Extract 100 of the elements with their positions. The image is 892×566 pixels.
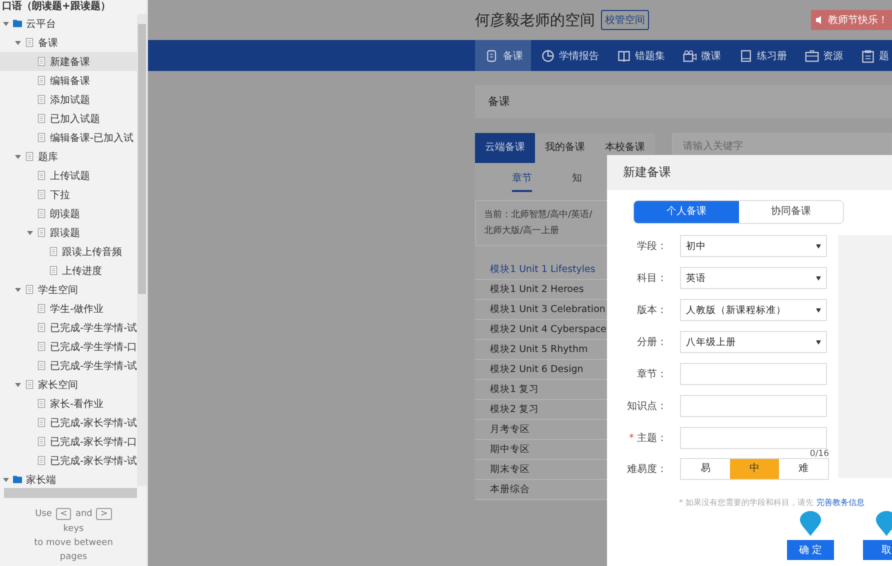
expand-triangle-icon [15,382,21,388]
tree-item[interactable]: 学生-做作业 [0,299,137,318]
caret-icon [816,308,821,312]
tree-item[interactable]: 已完成-学生学情-口 [0,337,137,356]
note-text: * 如果没有您需要的学段和科目，请先 [679,498,814,507]
nav-tab[interactable]: 练习册 [729,40,795,71]
tree-item[interactable]: 已完成-学生学情-试 [0,356,137,375]
info-link[interactable]: 完善教务信息 [816,498,865,507]
expand-triangle-icon [27,230,33,236]
pie-chart-icon [541,48,555,62]
tree-item[interactable]: 已完成-家长学情-试 [0,413,137,432]
dropdown[interactable]: 初中 [680,235,827,257]
segment-tab[interactable]: 协同备课 [738,201,843,223]
input-field[interactable] [680,363,827,385]
expand-triangle-icon [15,154,21,160]
difficulty-option[interactable]: 中 [730,459,779,479]
expand-triangle-icon [15,286,21,292]
dialog-button[interactable]: 确 定 [787,540,834,560]
dialog-title: 新建备课 [607,155,892,190]
tree-item[interactable]: 备课 [0,33,137,52]
page-icon [37,437,46,446]
tree-item[interactable]: 上传进度 [0,261,137,280]
nav-tab[interactable]: 备课 [475,40,531,71]
tree-item[interactable]: 题库 [0,147,137,166]
page-icon [37,190,46,199]
tab[interactable]: 章节 [512,171,532,192]
page-icon [37,342,46,351]
tree-item[interactable]: 已完成-家长学情-试 [0,451,137,470]
input-field[interactable] [680,427,827,449]
tree-item[interactable]: 已加入试题 [0,109,137,128]
dropdown[interactable]: 八年级上册 [680,331,827,353]
nav-tab[interactable]: 学情报告 [531,40,607,71]
tree-item[interactable]: 编辑备课-已加入试 [0,128,137,147]
dropdown[interactable]: 英语 [680,267,827,289]
tree-item[interactable]: 跟读题 [0,223,137,242]
expand-triangle-icon [15,40,21,46]
page-icon [37,228,46,237]
breadcrumb-text: 当前：北师智慧/高中/英语/ [484,208,594,222]
tree-item[interactable]: 编辑备课 [0,71,137,90]
hint-text: and [75,509,92,519]
page-icon [37,456,46,465]
field-label: 学段： [637,241,667,252]
nav-tab[interactable]: 题 [851,40,892,71]
difficulty-option[interactable]: 难 [779,459,828,479]
folder-icon [13,475,22,484]
tree-item[interactable]: 新建备课 [0,52,137,71]
tree-item[interactable]: 家长空间 [0,375,137,394]
tree-item[interactable]: 学生空间 [0,280,137,299]
document-icon [485,48,499,62]
page-icon [37,361,46,370]
page-icon [25,380,34,389]
hint-text: to move between [34,538,113,548]
tree-item[interactable]: 家长-看作业 [0,394,137,413]
caret-icon [816,276,821,280]
nav-tab[interactable]: 资源 [795,40,851,71]
breadcrumb-text: 北师大版/高一上册 [484,224,560,238]
tree-item[interactable]: 家长端 [0,470,137,486]
tree-item[interactable]: 下拉 [0,185,137,204]
page-icon [25,152,34,161]
nav-tab[interactable]: 微课 [673,40,729,71]
page-icon [37,399,46,408]
scrollbar[interactable] [137,14,147,486]
tree-item[interactable]: 已完成-家长学情-口 [0,432,137,451]
hint-text: pages [60,552,88,562]
tree-item[interactable]: 朗读题 [0,204,137,223]
segment-tab[interactable]: 个人备课 [634,201,738,223]
tree-item[interactable]: 已完成-学生学情-试 [0,318,137,337]
page-icon [25,285,34,294]
page-icon [37,418,46,427]
tab[interactable]: 知 [572,171,582,192]
tab[interactable]: 我的备课 [535,133,595,163]
expand-triangle-icon [3,476,9,482]
input-field[interactable] [680,395,827,417]
page-icon [37,209,46,218]
space-link[interactable]: 校管空间 [601,10,649,30]
caret-icon [816,244,821,248]
nav-tab[interactable]: 错题集 [607,40,673,71]
difficulty-option[interactable]: 易 [681,459,730,479]
folder-icon [13,19,22,28]
page-icon [37,95,46,104]
dropdown[interactable]: 人教版（新课程标准） [680,299,827,321]
tab[interactable]: 云端备课 [475,133,535,163]
tree-item[interactable]: 上传试题 [0,166,137,185]
video-camera-icon [683,48,697,62]
tree-item[interactable]: 添加试题 [0,90,137,109]
char-counter: 0/16 [810,449,829,459]
book-icon [617,48,631,62]
horizontal-scrollbar[interactable] [4,488,137,498]
dialog-button[interactable]: 取 [863,540,892,560]
key-cap: < [56,508,72,520]
key-cap: > [96,508,112,520]
tree-item[interactable]: 跟读上传音频 [0,242,137,261]
project-title: 口语（朗读题+跟读题） [1,0,112,14]
caret-icon [816,340,821,344]
expand-triangle-icon [3,20,9,26]
page-icon [37,76,46,85]
notebook-icon [739,48,753,62]
notice-text: 教师节快乐！ [828,14,888,27]
page-icon [25,38,34,47]
tree-item[interactable]: 云平台 [0,14,137,33]
